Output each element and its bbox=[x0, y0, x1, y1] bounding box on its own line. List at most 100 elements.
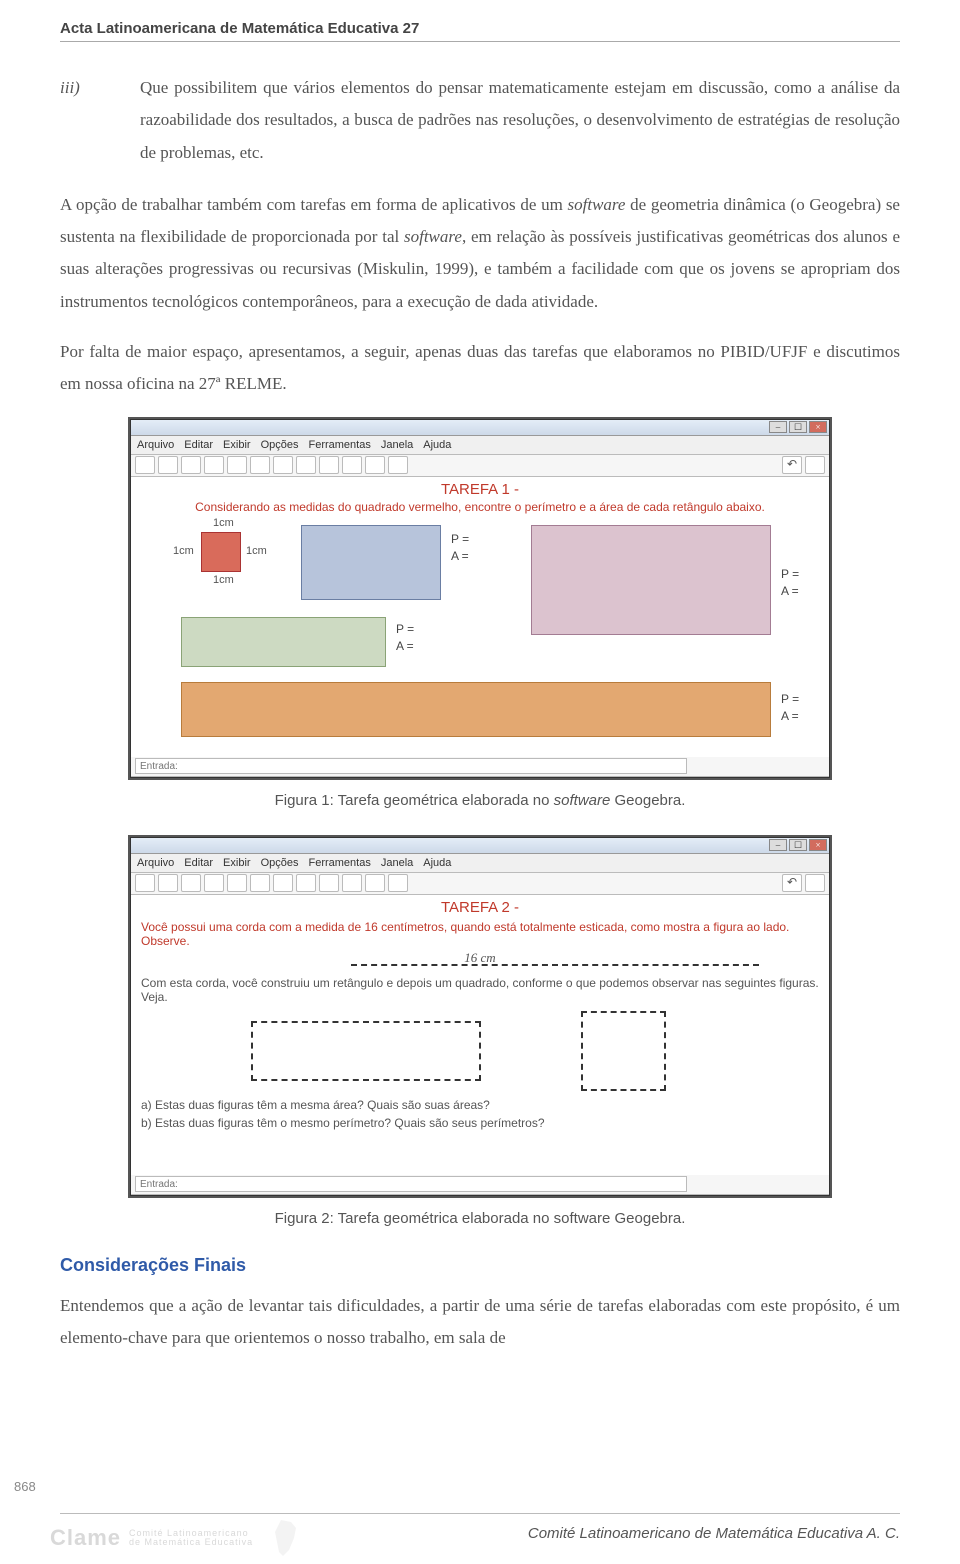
maximize-icon[interactable]: ☐ bbox=[789, 839, 807, 851]
dashed-rectangle bbox=[251, 1021, 481, 1081]
tool-circle-icon[interactable] bbox=[250, 874, 270, 892]
geogebra-input[interactable] bbox=[135, 1176, 687, 1192]
tool-zoom-icon[interactable] bbox=[388, 456, 408, 474]
menu-exibir[interactable]: Exibir bbox=[223, 857, 251, 869]
menu-arquivo[interactable]: Arquivo bbox=[137, 439, 174, 451]
footer-text: Comité Latinoamericano de Matemática Edu… bbox=[528, 1525, 900, 1542]
menu-janela[interactable]: Janela bbox=[381, 857, 413, 869]
menu-exibir[interactable]: Exibir bbox=[223, 439, 251, 451]
figure-2-toolbar[interactable] bbox=[131, 873, 829, 895]
tool-zoom-icon[interactable] bbox=[388, 874, 408, 892]
maximize-icon[interactable]: ☐ bbox=[789, 421, 807, 433]
tool-text-icon[interactable] bbox=[342, 874, 362, 892]
menu-editar[interactable]: Editar bbox=[184, 857, 213, 869]
length-label: 16 cm bbox=[131, 950, 829, 966]
close-icon[interactable]: × bbox=[809, 421, 827, 433]
list-marker: iii) bbox=[60, 72, 140, 169]
geogebra-input[interactable] bbox=[135, 758, 687, 774]
pink-a: A = bbox=[781, 584, 799, 598]
minimize-icon[interactable]: – bbox=[769, 421, 787, 433]
dim-left: 1cm bbox=[173, 545, 194, 557]
footer-logo-small2: de Matemática Educativa bbox=[129, 1538, 253, 1547]
red-square bbox=[201, 532, 241, 572]
tool-ellipse-icon[interactable] bbox=[273, 456, 293, 474]
redo-icon[interactable] bbox=[805, 874, 825, 892]
tool-slider-icon[interactable] bbox=[365, 874, 385, 892]
figure-2-titlebar[interactable]: – ☐ × bbox=[131, 838, 829, 854]
blue-a: A = bbox=[451, 549, 469, 563]
menu-ferramentas[interactable]: Ferramentas bbox=[308, 439, 370, 451]
tarefa1-title: TAREFA 1 - bbox=[131, 481, 829, 498]
caption1-sw: software bbox=[554, 792, 611, 809]
minimize-icon[interactable]: – bbox=[769, 839, 787, 851]
footer-divider bbox=[60, 1513, 900, 1514]
dim-right: 1cm bbox=[246, 545, 267, 557]
figure-1-toolbar[interactable] bbox=[131, 455, 829, 477]
tarefa2-qb: b) Estas duas figuras têm o mesmo períme… bbox=[131, 1114, 829, 1132]
orange-rect bbox=[181, 682, 771, 737]
tool-angle-icon[interactable] bbox=[296, 874, 316, 892]
pink-rect bbox=[531, 525, 771, 635]
tool-polygon-icon[interactable] bbox=[227, 456, 247, 474]
menu-editar[interactable]: Editar bbox=[184, 439, 213, 451]
south-america-icon bbox=[261, 1518, 311, 1558]
tarefa2-line1: Você possui uma corda com a medida de 16… bbox=[131, 918, 829, 950]
menu-janela[interactable]: Janela bbox=[381, 439, 413, 451]
footer-logo: Clame Comité Latinoamericano de Matemáti… bbox=[50, 1518, 311, 1558]
tool-perp-icon[interactable] bbox=[204, 456, 224, 474]
running-head: Acta Latinoamericana de Matemática Educa… bbox=[60, 20, 900, 42]
tool-ellipse-icon[interactable] bbox=[273, 874, 293, 892]
menu-ferramentas[interactable]: Ferramentas bbox=[308, 857, 370, 869]
list-content: Que possibilitem que vários elementos do… bbox=[140, 72, 900, 169]
italic-software-1: software bbox=[568, 195, 626, 214]
undo-icon[interactable] bbox=[782, 456, 802, 474]
tarefa1-subtitle: Considerando as medidas do quadrado verm… bbox=[131, 500, 829, 514]
tool-line-icon[interactable] bbox=[181, 874, 201, 892]
figure-1-window: – ☐ × Arquivo Editar Exibir Opções Ferra… bbox=[130, 419, 830, 778]
figure-1-menubar[interactable]: Arquivo Editar Exibir Opções Ferramentas… bbox=[131, 436, 829, 455]
undo-icon[interactable] bbox=[782, 874, 802, 892]
paragraph-1: A opção de trabalhar também com tarefas … bbox=[60, 189, 900, 318]
tool-polygon-icon[interactable] bbox=[227, 874, 247, 892]
menu-arquivo[interactable]: Arquivo bbox=[137, 857, 174, 869]
tarefa2-line2: Com esta corda, você construiu um retâng… bbox=[131, 974, 829, 1006]
orange-p: P = bbox=[781, 692, 799, 706]
tool-slider-icon[interactable] bbox=[365, 456, 385, 474]
paragraph-3: Entendemos que a ação de levantar tais d… bbox=[60, 1290, 900, 1355]
figure-2-inputbar[interactable] bbox=[131, 1175, 829, 1195]
page-number: 868 bbox=[14, 1479, 36, 1494]
footer-logo-main: Clame bbox=[50, 1525, 121, 1551]
tool-point-icon[interactable] bbox=[158, 456, 178, 474]
figure-1-canvas[interactable]: TAREFA 1 - Considerando as medidas do qu… bbox=[131, 477, 829, 757]
tool-move-icon[interactable] bbox=[135, 456, 155, 474]
menu-ajuda[interactable]: Ajuda bbox=[423, 439, 451, 451]
tool-move-icon[interactable] bbox=[135, 874, 155, 892]
dim-top: 1cm bbox=[213, 517, 234, 529]
orange-a: A = bbox=[781, 709, 799, 723]
pink-p: P = bbox=[781, 567, 799, 581]
caption1-b: Geogebra. bbox=[610, 792, 685, 809]
figure-1-inputbar[interactable] bbox=[131, 757, 829, 777]
tool-reflect-icon[interactable] bbox=[319, 874, 339, 892]
figure-1-caption: Figura 1: Tarefa geométrica elaborada no… bbox=[60, 792, 900, 809]
figure-1-titlebar[interactable]: – ☐ × bbox=[131, 420, 829, 436]
menu-ajuda[interactable]: Ajuda bbox=[423, 857, 451, 869]
redo-icon[interactable] bbox=[805, 456, 825, 474]
list-item-iii: iii) Que possibilitem que vários element… bbox=[60, 72, 900, 169]
menu-opcoes[interactable]: Opções bbox=[261, 439, 299, 451]
tarefa2-qa: a) Estas duas figuras têm a mesma área? … bbox=[131, 1096, 829, 1114]
tool-angle-icon[interactable] bbox=[296, 456, 316, 474]
tool-line-icon[interactable] bbox=[181, 456, 201, 474]
para1-a: A opção de trabalhar também com tarefas … bbox=[60, 195, 568, 214]
menu-opcoes[interactable]: Opções bbox=[261, 857, 299, 869]
figure-2-menubar[interactable]: Arquivo Editar Exibir Opções Ferramentas… bbox=[131, 854, 829, 873]
figure-2-caption: Figura 2: Tarefa geométrica elaborada no… bbox=[60, 1210, 900, 1227]
tool-perp-icon[interactable] bbox=[204, 874, 224, 892]
tool-text-icon[interactable] bbox=[342, 456, 362, 474]
figure-2-canvas[interactable]: TAREFA 2 - Você possui uma corda com a m… bbox=[131, 895, 829, 1175]
tool-circle-icon[interactable] bbox=[250, 456, 270, 474]
tool-point-icon[interactable] bbox=[158, 874, 178, 892]
tool-reflect-icon[interactable] bbox=[319, 456, 339, 474]
close-icon[interactable]: × bbox=[809, 839, 827, 851]
dashed-square bbox=[581, 1011, 666, 1091]
